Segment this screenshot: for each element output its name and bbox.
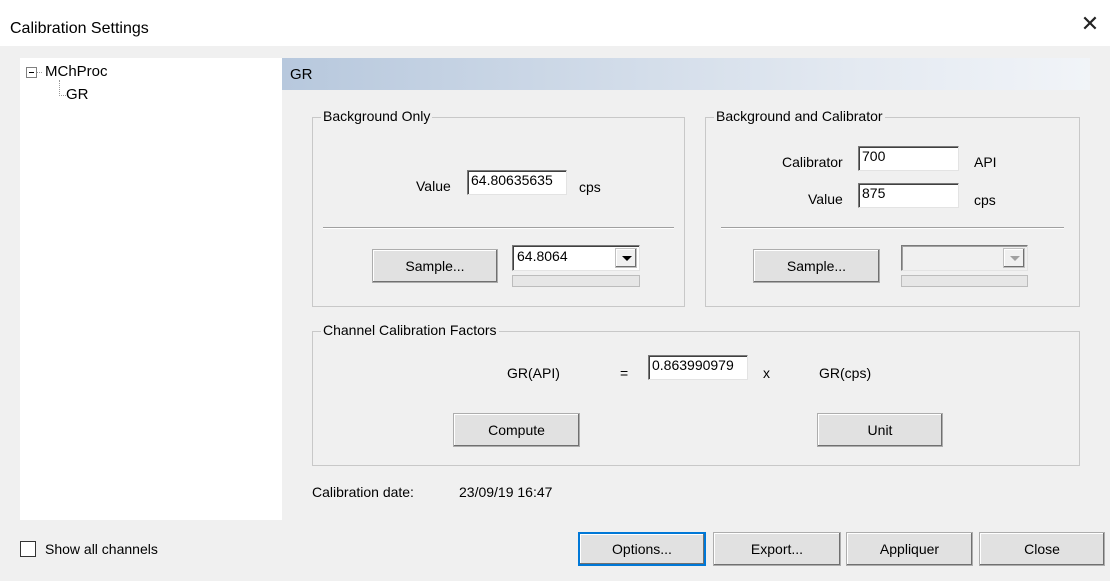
calibration-date-label: Calibration date:: [312, 484, 414, 500]
window-title: Calibration Settings: [10, 20, 149, 37]
sample-combo: [901, 245, 1028, 271]
chevron-down-icon[interactable]: [615, 248, 637, 268]
equals-label: =: [620, 365, 629, 381]
show-all-channels-label[interactable]: Show all channels: [45, 541, 158, 557]
separator: [323, 227, 674, 229]
channel-calibration-factors-group: Channel Calibration Factors GR(API) = 0.…: [312, 322, 1080, 466]
calibrator-unit-label: API: [974, 154, 997, 170]
tree-item-gr[interactable]: GR: [66, 86, 89, 103]
sample-progress-bar: [512, 275, 640, 287]
calibrator-label: Calibrator: [782, 154, 843, 170]
group-legend: Background Only: [321, 108, 433, 124]
show-all-channels-checkbox[interactable]: [20, 541, 36, 557]
section-header: GR: [282, 58, 1090, 90]
tree-connector: [37, 72, 42, 73]
apply-button[interactable]: Appliquer: [846, 532, 973, 566]
group-legend: Background and Calibrator: [714, 108, 885, 124]
separator: [721, 227, 1064, 229]
factor-field[interactable]: 0.863990979: [648, 355, 748, 380]
value-label: Value: [808, 191, 843, 207]
calibrator-value-field[interactable]: 875: [858, 183, 959, 208]
sample-button[interactable]: Sample...: [753, 249, 880, 283]
section-title: GR: [290, 66, 313, 83]
sample-button[interactable]: Sample...: [372, 249, 498, 283]
sample-progress-bar: [901, 275, 1028, 287]
lhs-label: GR(API): [507, 365, 560, 381]
tree-item-mchproc[interactable]: MChProc: [45, 63, 108, 80]
sample-combo[interactable]: 64.8064: [512, 245, 640, 271]
close-button[interactable]: Close: [979, 532, 1105, 566]
unit-button[interactable]: Unit: [817, 413, 943, 447]
background-calibrator-group: Background and Calibrator Calibrator 700…: [705, 108, 1080, 307]
times-label: x: [763, 365, 770, 381]
group-legend: Channel Calibration Factors: [321, 322, 499, 338]
combo-value: 64.8064: [517, 248, 568, 264]
unit-label: cps: [579, 179, 601, 195]
title-bar: Calibration Settings ✕: [0, 0, 1110, 46]
value-unit-label: cps: [974, 192, 996, 208]
compute-button[interactable]: Compute: [453, 413, 580, 447]
tree-connector: [59, 95, 66, 96]
calibrator-field[interactable]: 700: [858, 146, 959, 171]
chevron-down-icon: [1003, 248, 1025, 268]
background-only-group: Background Only Value 64.80635635 cps Sa…: [312, 108, 685, 307]
tree-connector: [59, 80, 60, 96]
collapse-icon[interactable]: [26, 67, 37, 78]
value-label: Value: [416, 178, 451, 194]
rhs-label: GR(cps): [819, 365, 872, 381]
export-button[interactable]: Export...: [713, 532, 841, 566]
close-icon[interactable]: ✕: [1078, 12, 1102, 36]
options-button[interactable]: Options...: [578, 532, 706, 566]
background-value-field[interactable]: 64.80635635: [467, 170, 567, 195]
calibration-date-value: 23/09/19 16:47: [459, 484, 553, 500]
channel-tree[interactable]: MChProc GR: [20, 58, 282, 520]
